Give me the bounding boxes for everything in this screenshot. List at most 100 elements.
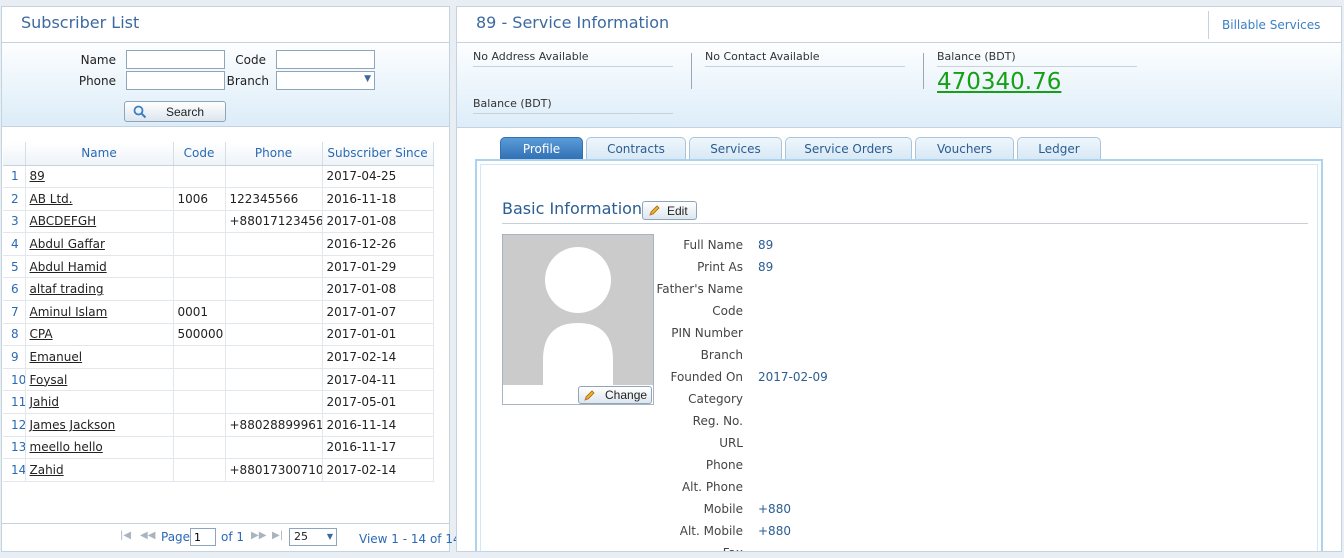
table-row[interactable]: 5 Abdul Hamid 2017-01-29 [3,255,434,279]
phone-cell [225,345,323,369]
table-row[interactable]: 13 meello hello 2016-11-17 [3,436,434,460]
page-count-label: of 1 [221,530,245,544]
subscriber-name-link[interactable]: Jahid [25,390,174,415]
code-cell [173,368,226,392]
table-row[interactable]: 7 Aminul Islam 0001 2017-01-07 [3,300,434,324]
row-number: 14 [3,458,26,482]
subscriber-name-link[interactable]: Emanuel [25,345,174,369]
edit-button[interactable]: Edit [642,201,697,220]
field-value: 2017-02-09 [758,370,828,384]
chevron-down-icon: ▼ [364,74,371,84]
code-input[interactable] [276,50,375,69]
tab-contracts[interactable]: Contracts [586,137,686,160]
first-page-icon[interactable]: |◀ [120,530,131,541]
search-button[interactable]: Search [124,101,226,122]
table-row[interactable]: 2 AB Ltd. 1006 122345566 2016-11-18 [3,187,434,211]
phone-input[interactable] [126,71,225,90]
row-number: 2 [3,187,26,211]
subscriber-summary: No Address Available No Contact Availabl… [457,43,1341,128]
contact-text: No Contact Available [705,50,905,67]
table-row[interactable]: 9 Emanuel 2017-02-14 [3,345,434,369]
branch-select[interactable]: ▼ [276,71,375,90]
column-header-since[interactable]: Subscriber Since [322,142,434,166]
table-row[interactable]: 6 altaf trading 2017-01-08 [3,277,434,302]
column-header-rownum [3,142,26,166]
subscriber-name-link[interactable]: AB Ltd. [25,187,174,211]
row-number: 1 [3,165,26,189]
subscriber-since-cell: 2017-05-01 [322,390,434,415]
subscriber-since-cell: 2016-11-14 [322,413,434,437]
phone-cell [225,368,323,392]
field-label: Branch [700,348,743,362]
column-header-name[interactable]: Name [25,142,174,166]
subscriber-name-link[interactable]: Abdul Gaffar [25,232,174,256]
subscriber-name-link[interactable]: CPA [25,323,174,347]
field-label: Founded On [670,370,743,384]
balance-label: Balance (BDT) [937,50,1137,67]
pencil-icon [649,205,660,216]
subscriber-name-link[interactable]: Zahid [25,458,174,482]
row-number: 9 [3,345,26,369]
subscriber-since-cell: 2017-04-11 [322,368,434,392]
field-label: Full Name [683,238,743,252]
field-label: Alt. Phone [681,480,743,494]
tab-services[interactable]: Services [689,137,782,160]
tab-vouchers[interactable]: Vouchers [915,137,1014,160]
subscriber-name-link[interactable]: Foysal [25,368,174,392]
page-size-select[interactable]: 25 ▼ [289,528,337,546]
last-page-icon[interactable]: ▶| [272,530,283,541]
tab-bar: Profile Contracts Services Service Order… [475,137,1325,160]
tab-ledger[interactable]: Ledger [1017,137,1101,160]
page-input[interactable] [190,528,216,546]
subscriber-since-cell: 2016-11-18 [322,187,434,211]
table-row[interactable]: 11 Jahid 2017-05-01 [3,390,434,415]
field-value: +880 [758,524,791,538]
field-value: +880 [758,502,791,516]
code-cell [173,458,226,482]
table-row[interactable]: 10 Foysal 2017-04-11 [3,368,434,392]
phone-cell: +8801712345678 [225,210,323,234]
subscriber-name-link[interactable]: ABCDEFGH [25,210,174,234]
column-header-phone[interactable]: Phone [225,142,323,166]
next-page-icon[interactable]: ▶▶ [251,530,266,541]
table-row[interactable]: 4 Abdul Gaffar 2016-12-26 [3,232,434,256]
row-number: 11 [3,390,26,415]
balance-value[interactable]: 470340.76 [937,69,1061,95]
subscriber-since-cell: 2017-02-14 [322,458,434,482]
table-row[interactable]: 14Zahid +88017300710392017-02-14 [3,458,434,482]
subscriber-name-link[interactable]: Abdul Hamid [25,255,174,279]
subscriber-name-link[interactable]: James Jackson [25,413,174,437]
field-value: 89 [758,238,774,252]
column-header-code[interactable]: Code [173,142,226,166]
subscriber-name-link[interactable]: meello hello [25,436,174,460]
phone-cell [225,277,323,302]
phone-cell [225,323,323,347]
subscriber-since-cell: 2017-01-07 [322,300,434,324]
code-cell: 0001 [173,300,226,324]
branch-label: Branch [226,74,269,88]
row-number: 10 [3,368,26,392]
billable-services-link[interactable]: Billable Services [1222,18,1320,32]
table-row[interactable]: 8 CPA 500000 2017-01-01 [3,323,434,347]
subscriber-since-cell: 2017-01-08 [322,210,434,234]
table-row[interactable]: 1 89 2017-04-25 [3,165,434,189]
subscriber-name-link[interactable]: 89 [25,165,174,189]
subscriber-list-panel: Subscriber List Name Code Phone Branch ▼… [1,6,461,552]
search-button-label: Search [166,105,205,119]
code-cell: 500000 [173,323,226,347]
phone-cell [225,232,323,256]
table-row[interactable]: 3ABCDEFGH +88017123456782017-01-08 [3,210,434,234]
phone-cell [225,390,323,415]
subscriber-since-cell: 2017-01-01 [322,323,434,347]
field-label: URL [719,436,743,450]
subscriber-since-cell: 2016-12-26 [322,232,434,256]
field-value: 89 [758,260,774,274]
name-input[interactable] [126,50,225,69]
prev-page-icon[interactable]: ◀◀ [140,530,155,541]
tab-service-orders[interactable]: Service Orders [785,137,912,160]
tab-profile[interactable]: Profile [500,137,583,160]
subscriber-name-link[interactable]: altaf trading [25,277,174,302]
subscriber-name-link[interactable]: Aminul Islam [25,300,174,324]
table-row[interactable]: 12 James Jackson +88028899961 2016-11-14 [3,413,434,437]
field-label: Fax [631,546,743,551]
